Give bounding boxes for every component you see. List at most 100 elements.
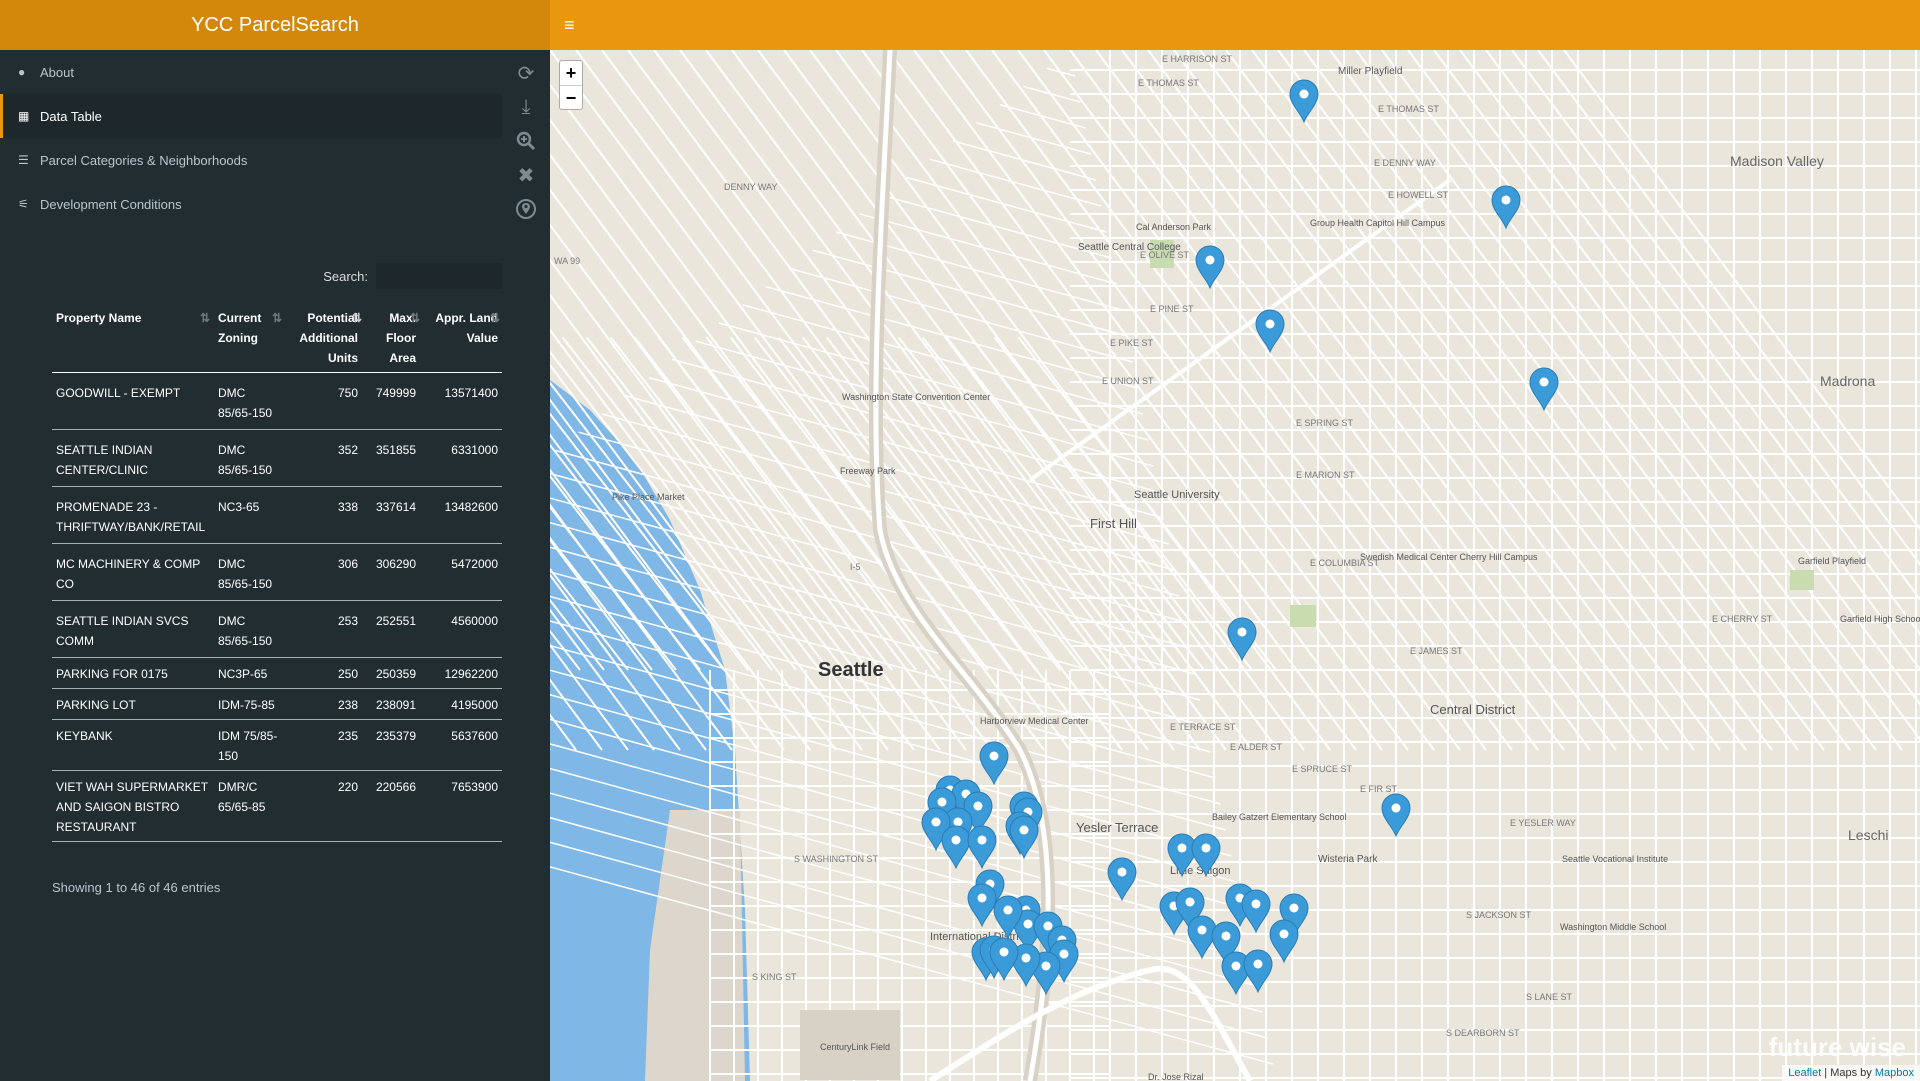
parcel-marker[interactable] [1243, 949, 1273, 994]
street-label: E MARION ST [1296, 470, 1355, 480]
map-label: Washington Middle School [1560, 922, 1666, 932]
download-icon[interactable]: ⤓ [506, 90, 546, 124]
parcel-marker[interactable] [979, 741, 1009, 786]
map-label: Madison Valley [1730, 153, 1824, 169]
street [976, 122, 1091, 155]
column-header[interactable]: Potential Additional Units ⇅ [284, 306, 362, 373]
map-label: Pike Place Market [612, 492, 685, 502]
leaflet-link[interactable]: Leaflet [1788, 1067, 1821, 1079]
map-label: Leschi [1848, 827, 1888, 843]
search-input[interactable] [376, 263, 502, 289]
table-search: Search: [50, 262, 502, 290]
street-label: E DENNY WAY [1374, 158, 1436, 168]
street-label: E OLIVE ST [1140, 250, 1190, 260]
refresh-icon[interactable]: ⟳ [506, 56, 546, 90]
street-label: E JAMES ST [1410, 646, 1463, 656]
street-label: E THOMAS ST [1378, 104, 1439, 114]
street [765, 285, 1138, 389]
map-label: Bailey Gatzert Elementary School [1212, 812, 1347, 822]
table-header-row: Property Name ⇅ Current Zoning ⇅ Potential… [52, 306, 502, 373]
list-icon: ☰ [18, 153, 29, 167]
map-tools: ⟳ ⤓ ✖ [506, 56, 546, 226]
zoom-out-button[interactable]: − [560, 85, 582, 109]
parcel-marker[interactable] [1529, 367, 1559, 412]
street-label: E PIKE ST [1110, 338, 1154, 348]
app-title: YCC ParcelSearch [0, 0, 550, 50]
table-row[interactable]: GOODWILL - EXEMPT DMC 85/65-150 750 749999 1… [52, 372, 502, 430]
column-header[interactable]: Appr. Land Value ⇅ [420, 306, 502, 373]
parcel-marker[interactable] [1255, 309, 1285, 354]
map-label: Garfield Playfield [1798, 556, 1866, 566]
table-row[interactable]: KEYBANK IDM 75/85-150 235 235379 5637600 [52, 719, 502, 771]
table-cell: KEYBANK [52, 719, 214, 771]
table-cell: 7653900 [420, 770, 502, 842]
table-cell: DMC 85/65-150 [214, 429, 284, 487]
street-label: E YESLER WAY [1510, 818, 1576, 828]
map-label: Madrona [1820, 373, 1875, 389]
table-cell: 4560000 [420, 600, 502, 658]
table-cell: PARKING LOT [52, 688, 214, 720]
parcel-marker[interactable] [967, 883, 997, 928]
table-cell: MC MACHINERY & COMP CO [52, 543, 214, 601]
sort-desc-icon: ⇅ [351, 311, 362, 325]
table-cell: 250 [284, 657, 362, 689]
map-label: Cal Anderson Park [1136, 222, 1212, 232]
hamburger-icon[interactable]: ≡ [564, 14, 580, 36]
table-cell: 5472000 [420, 543, 502, 601]
table-icon: ▦ [18, 109, 30, 123]
sidebar-item-label: Data Table [40, 108, 102, 124]
table-row[interactable]: VIET WAH SUPERMARKET AND SAIGON BISTRO R… [52, 770, 502, 842]
table-cell: 220 [284, 770, 362, 842]
street-label: E HARRISON ST [1162, 54, 1233, 64]
parcel-marker[interactable] [1289, 79, 1319, 124]
mapbox-link[interactable]: Mapbox [1875, 1067, 1914, 1079]
street-label: E ALDER ST [1230, 742, 1283, 752]
table-cell: 253 [284, 600, 362, 658]
map[interactable]: Seattle First Hill Central District Madison… [550, 50, 1920, 1081]
table-row[interactable]: PARKING FOR 0175 NC3P-65 250 250359 12962200 [52, 657, 502, 689]
table-row[interactable]: SEATTLE INDIAN SVCS COMM DMC 85/65-150 253… [52, 600, 502, 658]
map-marker-icon[interactable] [506, 192, 546, 226]
table-cell: 351855 [362, 429, 420, 487]
close-icon[interactable]: ✖ [506, 158, 546, 192]
street-label: E UNION ST [1102, 376, 1154, 386]
table-cell: 5637600 [420, 719, 502, 771]
street-label: E HOWELL ST [1388, 190, 1449, 200]
parcel-marker[interactable] [1107, 857, 1137, 902]
parcel-marker[interactable] [941, 825, 971, 870]
table-cell: 337614 [362, 486, 420, 544]
map-label: Seattle Vocational Institute [1562, 854, 1668, 864]
column-header[interactable]: Current Zoning ⇅ [214, 306, 284, 373]
table-row[interactable]: PROMENADE 23 - THRIFTWAY/BANK/RETAIL NC3-… [52, 486, 502, 544]
column-header[interactable]: Max. Floor Area ⇅ [362, 306, 420, 373]
map-label: Yesler Terrace [1076, 820, 1158, 835]
table-cell: PROMENADE 23 - THRIFTWAY/BANK/RETAIL [52, 486, 214, 544]
top-navbar: ≡ [550, 0, 1920, 50]
parcel-marker[interactable] [1195, 245, 1225, 290]
table-row[interactable]: MC MACHINERY & COMP CO DMC 85/65-150 306 30… [52, 543, 502, 601]
table-row[interactable]: PARKING LOT IDM-75-85 238 238091 4195000 [52, 688, 502, 720]
sidebar-item-development-conditions[interactable]: ⚟ Development Conditions [0, 182, 502, 226]
table-cell: SEATTLE INDIAN CENTER/CLINIC [52, 429, 214, 487]
table-cell: IDM 75/85-150 [214, 719, 284, 771]
sidebar-item-about[interactable]: ● About [0, 50, 502, 94]
table-cell: 238091 [362, 688, 420, 720]
sidebar-menu: ● About ▦ Data Table ☰ Parcel Categories… [0, 50, 502, 226]
map-label: Seattle University [1134, 489, 1220, 501]
zoom-in-icon[interactable] [506, 124, 546, 158]
sidebar-item-data-table[interactable]: ▦ Data Table [0, 94, 502, 138]
column-header[interactable]: Property Name ⇅ [52, 306, 214, 373]
parcel-marker[interactable] [1491, 185, 1521, 230]
parcel-marker[interactable] [1381, 793, 1411, 838]
map-label: Wisteria Park [1318, 854, 1378, 865]
street-label: S LANE ST [1526, 992, 1573, 1002]
table-cell: 220566 [362, 770, 420, 842]
table-row[interactable]: SEATTLE INDIAN CENTER/CLINIC DMC 85/65-15… [52, 429, 502, 487]
parcel-marker[interactable] [1269, 919, 1299, 964]
parcel-marker[interactable] [967, 825, 997, 870]
zoom-in-button[interactable]: + [560, 61, 582, 85]
table-cell: GOODWILL - EXEMPT [52, 372, 214, 430]
sidebar-item-parcel-categories[interactable]: ☰ Parcel Categories & Neighborhoods [0, 138, 502, 182]
sliders-icon: ⚟ [18, 197, 29, 211]
park [1790, 570, 1814, 590]
